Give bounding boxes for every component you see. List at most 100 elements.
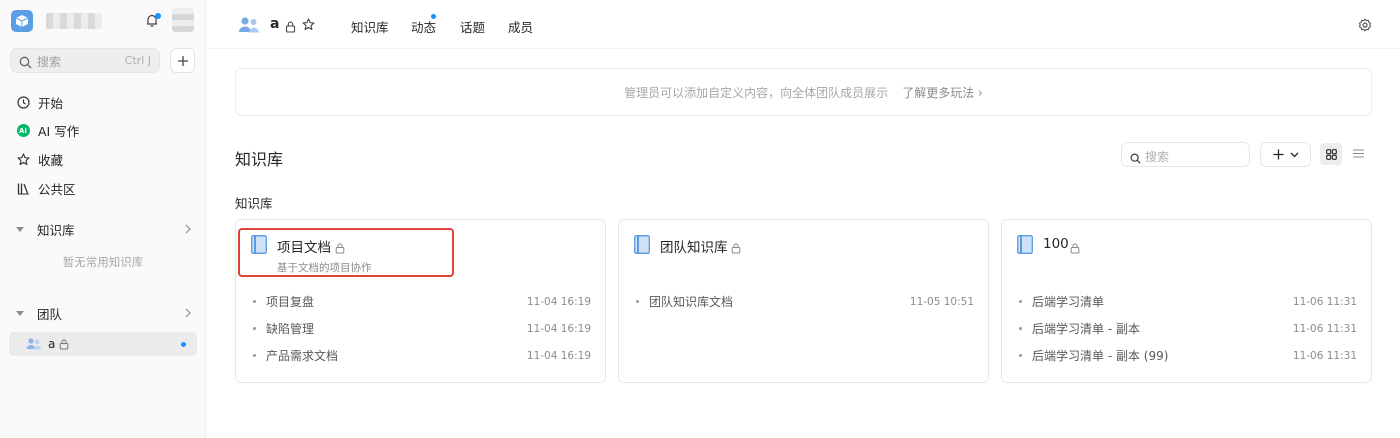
team-avatar-icon [238,15,260,39]
sidebar-item-ai-writing[interactable]: AI AI 写作 [16,121,79,140]
add-button[interactable] [170,48,195,73]
doc-time: 11-04 16:19 [526,322,591,335]
admin-banner: 管理员可以添加自定义内容，向全体团队成员展示 了解更多玩法 › [235,68,1372,116]
doc-item[interactable]: 后端学习清单 - 副本 (99) 11-06 11:31 [1019,347,1357,364]
star-icon[interactable] [302,16,315,35]
sidebar-item-favorites[interactable]: 收藏 [16,150,63,169]
doc-name: 后端学习清单 - 副本 (99) [1032,349,1169,363]
lock-icon [335,239,345,258]
doc-item[interactable]: 项目复盘 11-04 16:19 [253,293,591,310]
card-title[interactable]: 团队知识库 [660,236,728,256]
grid-icon [1325,148,1337,160]
team-section-header[interactable]: 团队 [16,304,192,323]
team-icon [26,337,42,351]
doc-item[interactable]: 产品需求文档 11-04 16:19 [253,347,591,364]
team-item-label: a [48,337,56,351]
search-icon [19,54,32,73]
card-description: 基于文档的项目协作 [277,262,372,274]
gear-icon[interactable] [1358,17,1372,36]
lock-icon [285,18,296,37]
sidebar-item-label: 开始 [38,96,64,111]
knowledge-card[interactable]: 项目文档 基于文档的项目协作 项目复盘 11-04 16:19 缺陷管理 11-… [235,219,606,383]
space-name-blurred[interactable] [46,13,102,29]
doc-name: 后端学习清单 [1032,295,1105,309]
doc-item[interactable]: 缺陷管理 11-04 16:19 [253,320,591,337]
library-icon [16,182,30,196]
sidebar-item-label: AI 写作 [38,124,80,139]
star-icon [16,153,30,167]
avatar[interactable] [172,8,194,32]
team-name: a [270,16,280,32]
knowledge-card[interactable]: 团队知识库 团队知识库文档 11-05 10:51 [618,219,989,383]
lock-icon [1070,239,1080,258]
sidebar-item-start[interactable]: 开始 [16,93,63,112]
sidebar-item-team-a[interactable]: a [9,332,197,356]
section-label: 知识库 [37,223,75,238]
book-icon [1017,235,1033,258]
search-placeholder: 搜索 [37,55,62,69]
tab-activity[interactable]: 动态 [411,17,436,36]
caret-down-icon [16,227,24,232]
doc-time: 11-04 16:19 [526,349,591,362]
card-title[interactable]: 100 [1043,236,1069,252]
plus-icon [177,55,188,66]
doc-name: 后端学习清单 - 副本 [1032,322,1140,336]
app: 搜索 Ctrl J 开始 AI AI 写作 收藏 公共区 知识库 暂无常用知识库… [0,0,1400,438]
doc-time: 11-04 16:19 [526,295,591,308]
banner-text: 管理员可以添加自定义内容，向全体团队成员展示 [624,85,889,100]
sidebar-search-input[interactable]: 搜索 Ctrl J [10,48,160,73]
search-placeholder: 搜索 [1145,150,1170,164]
new-knowledge-button[interactable] [1260,142,1311,167]
grid-view-button[interactable] [1320,143,1342,165]
bullet-icon [253,354,256,357]
activity-dot [431,14,436,19]
list-view-button[interactable] [1352,145,1365,164]
header-divider [207,48,1400,49]
learn-more-link[interactable]: 了解更多玩法 › [902,84,983,101]
lock-icon [731,239,741,258]
sidebar: 搜索 Ctrl J 开始 AI AI 写作 收藏 公共区 知识库 暂无常用知识库… [0,0,206,438]
sidebar-item-label: 收藏 [38,153,64,168]
chevron-right-icon[interactable] [184,222,192,237]
plus-icon [1272,149,1284,160]
ai-icon: AI [16,124,30,137]
bullet-icon [1019,327,1022,330]
chevron-right-icon[interactable] [184,306,192,321]
doc-name: 团队知识库文档 [649,295,734,309]
knowledge-section-header[interactable]: 知识库 [16,220,192,239]
list-icon [1353,149,1364,158]
doc-name: 项目复盘 [266,295,315,309]
doc-time: 11-06 11:31 [1292,322,1357,335]
caret-down-icon [16,311,24,316]
doc-time: 11-06 11:31 [1292,295,1357,308]
card-title[interactable]: 项目文档 [277,236,331,256]
search-shortcut: Ctrl J [124,54,151,67]
sidebar-item-label: 公共区 [38,182,76,197]
book-icon [251,235,267,258]
page-title: 知识库 [235,150,284,169]
chevron-down-icon [1290,152,1298,157]
doc-name: 产品需求文档 [266,349,339,363]
tab-topics[interactable]: 话题 [460,17,485,36]
search-icon [1130,149,1141,168]
doc-name: 缺陷管理 [266,322,315,336]
empty-knowledge-note: 暂无常用知识库 [62,255,144,269]
doc-item[interactable]: 后端学习清单 - 副本 11-06 11:31 [1019,320,1357,337]
tab-members[interactable]: 成员 [508,17,533,36]
unread-dot [181,342,186,347]
knowledge-card[interactable]: 100 后端学习清单 11-06 11:31 后端学习清单 - 副本 11-06… [1001,219,1372,383]
tab-knowledge[interactable]: 知识库 [351,17,389,36]
sidebar-item-public[interactable]: 公共区 [16,179,76,198]
knowledge-search-input[interactable]: 搜索 [1121,142,1250,167]
cube-logo-icon[interactable] [11,10,33,32]
bullet-icon [1019,300,1022,303]
doc-time: 11-05 10:51 [909,295,974,308]
lock-icon [59,339,69,350]
notification-dot [155,13,161,19]
doc-item[interactable]: 后端学习清单 11-06 11:31 [1019,293,1357,310]
section-label: 团队 [37,307,63,322]
book-icon [634,235,650,258]
doc-item[interactable]: 团队知识库文档 11-05 10:51 [636,293,974,310]
bullet-icon [253,327,256,330]
clock-icon [16,96,30,110]
